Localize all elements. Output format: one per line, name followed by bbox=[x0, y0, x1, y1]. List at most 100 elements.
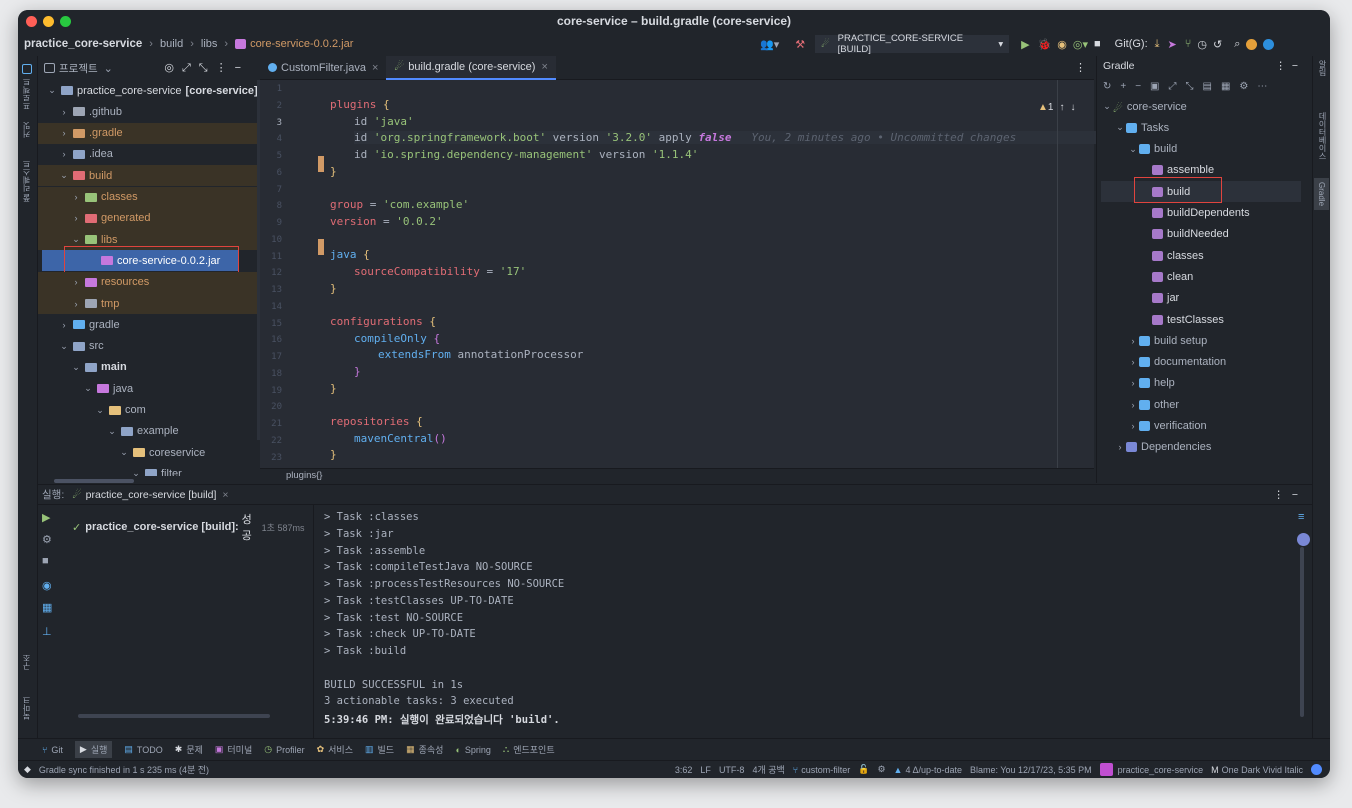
git-branch[interactable]: custom-filter bbox=[801, 765, 850, 775]
rollback-icon[interactable]: ↺ bbox=[1213, 38, 1222, 51]
coverage-icon[interactable]: ◉ bbox=[1057, 38, 1067, 51]
gradle-tree-item[interactable]: › documentation bbox=[1101, 352, 1301, 373]
console-scrollbar[interactable] bbox=[1300, 547, 1304, 717]
caret-position[interactable]: 3:62 bbox=[675, 765, 693, 775]
run-icon[interactable]: ▶ bbox=[1021, 38, 1029, 51]
chevron-down-icon[interactable]: ⌄ bbox=[70, 362, 82, 373]
chevron-right-icon[interactable]: › bbox=[70, 213, 82, 223]
update-icon[interactable] bbox=[1246, 38, 1258, 50]
tool-window-10[interactable]: ⛬ 엔드포인트 bbox=[503, 743, 555, 756]
chevron-right-icon[interactable]: › bbox=[58, 128, 70, 138]
chevron-down-icon[interactable]: ⌄ bbox=[130, 468, 142, 476]
eye-icon[interactable]: ◉ bbox=[42, 579, 52, 592]
settings-icon[interactable]: ⚙ bbox=[877, 764, 885, 775]
tree-item[interactable]: core-service-0.0.2.jar bbox=[42, 246, 239, 275]
chevron-right-icon[interactable]: › bbox=[70, 192, 82, 202]
tree-item[interactable]: ⌄ com bbox=[38, 400, 257, 421]
gradle-tree-item[interactable]: buildDependents bbox=[1101, 203, 1301, 224]
tool-window-0[interactable]: ⑂ Git bbox=[42, 745, 63, 755]
close-icon[interactable]: × bbox=[222, 489, 228, 501]
gradle-tree-item[interactable]: › other bbox=[1101, 394, 1301, 415]
code-breadcrumb[interactable]: plugins{} bbox=[260, 468, 1094, 483]
chevron-right-icon[interactable]: › bbox=[1127, 336, 1139, 346]
chevron-down-icon[interactable]: ⌄ bbox=[94, 405, 106, 416]
chevron-down-icon[interactable]: ⌄ bbox=[1101, 101, 1113, 112]
vcs-status[interactable]: 4 Δ/up-to-date bbox=[905, 765, 962, 775]
tool-window-2[interactable]: ▤ TODO bbox=[124, 744, 162, 755]
gradle-tree-item[interactable]: buildNeeded bbox=[1101, 224, 1301, 245]
project-panel-actions[interactable]: ◎⤢⤡⋮− bbox=[164, 61, 249, 75]
console-output[interactable]: > Task :classes > Task :jar > Task :assemb… bbox=[316, 511, 1296, 726]
tree-item[interactable]: › gradle bbox=[38, 314, 257, 335]
code-area[interactable]: plugins { id 'java' id 'org.springframew… bbox=[330, 80, 1100, 480]
ide-logo-icon[interactable] bbox=[1263, 38, 1275, 50]
chevron-down-icon[interactable]: ⌄ bbox=[46, 85, 58, 96]
gradle-tree-item[interactable]: › Dependencies bbox=[1101, 437, 1301, 458]
gradle-tree-item[interactable]: classes bbox=[1101, 245, 1301, 266]
database-tool-label[interactable]: 데이터베이스 bbox=[1317, 112, 1328, 160]
layout-icon[interactable]: ▦ bbox=[42, 601, 52, 614]
scroll-to-end-icon[interactable] bbox=[1297, 533, 1310, 546]
chevron-down-icon[interactable]: ⌄ bbox=[1127, 144, 1139, 155]
tool-window-1[interactable]: ▶ 실행 bbox=[74, 741, 113, 758]
history-icon[interactable]: ◷ bbox=[1197, 38, 1207, 51]
tree-item[interactable]: ⌄ java bbox=[38, 378, 257, 399]
structure-tool-label[interactable]: 구조 bbox=[21, 654, 32, 670]
status-message[interactable]: Gradle sync finished in 1 s 235 ms (4분 전… bbox=[39, 763, 209, 776]
gradle-tree-item[interactable]: › build setup bbox=[1101, 330, 1301, 351]
gradle-tool-label[interactable]: Gradle bbox=[1314, 178, 1329, 211]
tool-window-6[interactable]: ✿ 서비스 bbox=[317, 743, 353, 756]
tree-item[interactable]: › generated bbox=[38, 207, 257, 229]
gradle-tree-item[interactable]: ⌄ Tasks bbox=[1101, 117, 1301, 138]
scrollbar[interactable] bbox=[78, 714, 270, 718]
tree-item[interactable]: › .github bbox=[38, 101, 257, 122]
blame-status[interactable]: Blame: You 12/17/23, 5:35 PM bbox=[970, 765, 1092, 775]
tab-customfilter[interactable]: CustomFilter.java × bbox=[260, 56, 386, 80]
tree-item[interactable]: › .idea bbox=[38, 144, 257, 165]
project-tool-label[interactable]: 프로젝트 bbox=[21, 78, 32, 110]
chevron-down-icon[interactable]: ⌄ bbox=[106, 426, 118, 437]
run-tab[interactable]: practice_core-service [build] bbox=[86, 489, 217, 501]
chevron-down-icon[interactable]: ⌄ bbox=[58, 341, 70, 352]
tree-item[interactable]: › tmp bbox=[38, 293, 257, 314]
lock-icon[interactable]: 🔓 bbox=[858, 764, 869, 775]
gradle-toolbar[interactable]: ↻+−▣⤢⤡▤▦⚙⋯ bbox=[1097, 76, 1310, 96]
tree-item[interactable]: ⌄ example bbox=[38, 421, 257, 442]
file-encoding[interactable]: UTF-8 bbox=[719, 765, 745, 775]
soft-wrap-icon[interactable]: ≡ bbox=[1298, 511, 1304, 523]
project-panel-title[interactable]: 프로젝트 bbox=[59, 61, 98, 76]
chevron-down-icon[interactable]: ⌄ bbox=[58, 170, 70, 181]
chevron-right-icon[interactable]: › bbox=[70, 299, 82, 309]
tree-item[interactable]: › resources bbox=[38, 271, 257, 293]
git-branch-icon[interactable]: ⑂ bbox=[1185, 38, 1192, 50]
chevron-down-icon[interactable]: ⌄ bbox=[118, 447, 130, 458]
tab-menu-icon[interactable]: ⋮ bbox=[1075, 61, 1086, 74]
stop-icon[interactable]: ■ bbox=[1094, 38, 1101, 50]
gradle-tree-item[interactable]: › help bbox=[1101, 373, 1301, 394]
tree-item[interactable]: ⌄ coreservice bbox=[38, 442, 257, 463]
tool-window-9[interactable]: ◐ Spring bbox=[455, 745, 490, 755]
pull-requests-tool-label[interactable]: 풀 리퀘스트 bbox=[21, 160, 32, 202]
tree-item[interactable]: ⌄ practice_core-service [core-service] bbox=[38, 80, 257, 101]
profile-icon[interactable]: ◎▾ bbox=[1073, 38, 1088, 51]
gradle-tree-item[interactable]: build bbox=[1101, 177, 1301, 204]
indent-setting[interactable]: 4개 공백 bbox=[752, 763, 784, 776]
chevron-down-icon[interactable]: ⌄ bbox=[70, 234, 82, 245]
chevron-right-icon[interactable]: › bbox=[1127, 357, 1139, 367]
git-push-icon[interactable]: ➤ bbox=[1168, 38, 1177, 51]
gradle-tree-item[interactable]: clean bbox=[1101, 266, 1301, 287]
hammer-icon[interactable]: ⚒ bbox=[795, 38, 805, 51]
debug-icon[interactable]: 🐞 bbox=[1038, 38, 1052, 51]
chevron-down-icon[interactable]: ⌄ bbox=[104, 62, 113, 75]
stop-icon[interactable]: ■ bbox=[42, 555, 49, 567]
line-separator[interactable]: LF bbox=[700, 765, 711, 775]
nav-crumb-libs[interactable]: libs bbox=[201, 38, 218, 50]
tree-item[interactable]: ⌄ build bbox=[38, 165, 257, 187]
tool-window-7[interactable]: ▥ 빌드 bbox=[365, 743, 394, 756]
scrollbar[interactable] bbox=[54, 479, 134, 483]
run-tree-node[interactable]: ✓ practice_core-service [build]: 성공 1초 5… bbox=[72, 511, 304, 543]
tool-window-3[interactable]: ✱ 문제 bbox=[175, 743, 203, 756]
tool-window-5[interactable]: ◷ Profiler bbox=[264, 744, 304, 755]
chevron-right-icon[interactable]: › bbox=[58, 107, 70, 117]
gradle-panel-actions[interactable]: ⋮− bbox=[1275, 60, 1304, 72]
